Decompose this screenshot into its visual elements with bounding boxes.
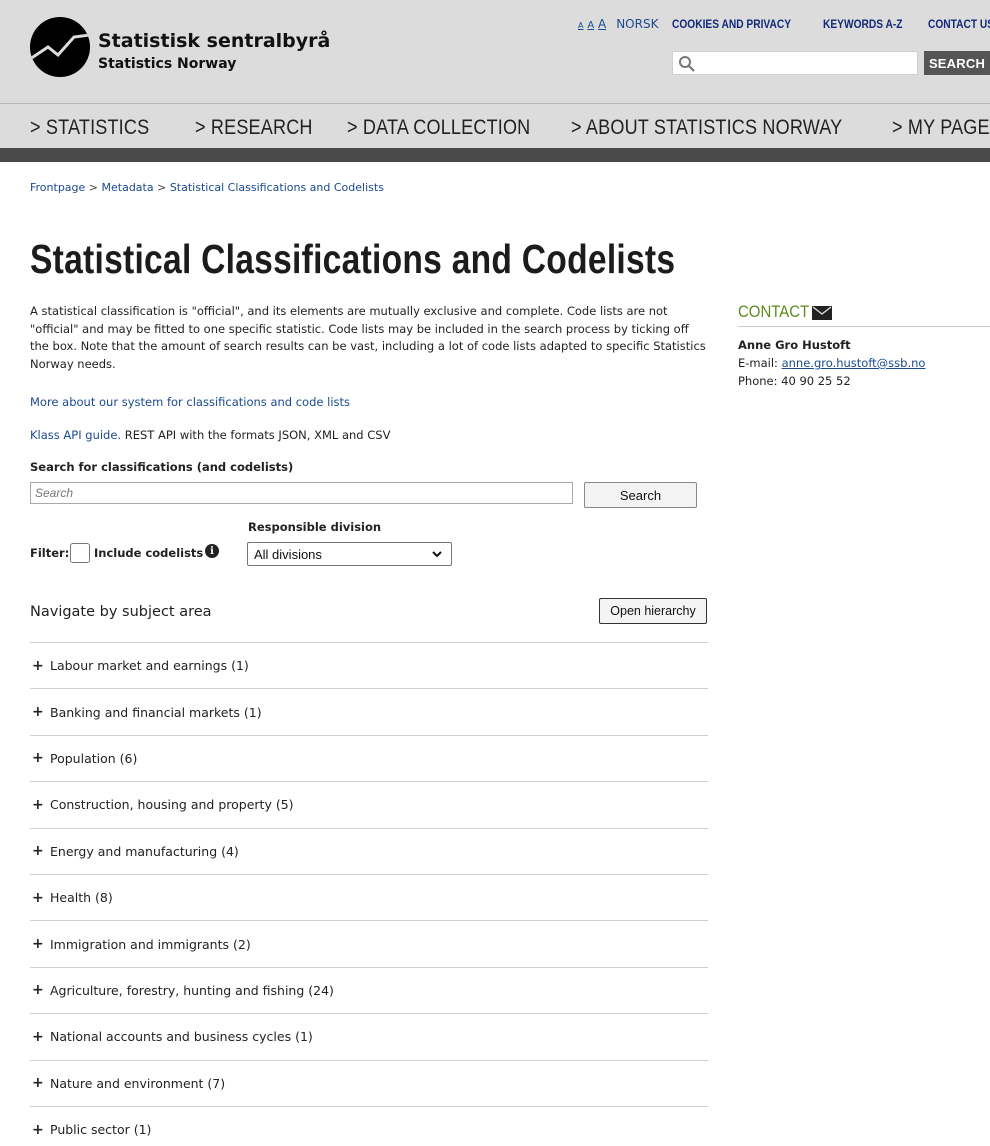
plus-icon: + <box>32 936 44 953</box>
plus-icon: + <box>32 889 44 906</box>
site-search-input[interactable] <box>672 51 918 75</box>
subject-item[interactable]: + Population (6) <box>30 734 708 781</box>
logo-name-english[interactable]: Statistics Norway <box>98 56 236 72</box>
subject-label: National accounts and business cycles (1… <box>50 1029 313 1045</box>
chevron-down-icon <box>432 551 442 558</box>
include-codelists-label[interactable]: Include codelists <box>94 546 203 560</box>
contact-us-link[interactable]: CONTACT US <box>928 17 990 31</box>
subject-list: + Labour market and earnings (1) + Banking… <box>30 642 708 1146</box>
contact-email-line: E-mail: anne.gro.hustoft@ssb.no <box>738 356 925 370</box>
subject-item[interactable]: + Health (8) <box>30 873 708 920</box>
subject-label: Labour market and earnings (1) <box>50 658 249 674</box>
mail-icon <box>812 306 832 320</box>
text-size-controls: A A A <box>578 17 606 31</box>
subject-label: Agriculture, forestry, hunting and fishi… <box>50 982 334 998</box>
subject-item[interactable]: + Public sector (1) <box>30 1105 708 1146</box>
text-size-large[interactable]: A <box>598 17 606 31</box>
api-line: Klass API guide. REST API with the forma… <box>30 428 390 442</box>
nav-statistics[interactable]: > STATISTICS <box>30 116 149 140</box>
nav-my-page[interactable]: > MY PAGE <box>892 116 990 140</box>
subject-label: Immigration and immigrants (2) <box>50 936 251 952</box>
subject-label: Health (8) <box>50 890 113 906</box>
email-label: E-mail: <box>738 356 782 370</box>
plus-icon: + <box>32 796 44 813</box>
subject-item[interactable]: + Construction, housing and property (5) <box>30 781 708 827</box>
contact-heading: CONTACT <box>738 302 810 321</box>
subject-label: Population (6) <box>50 750 138 766</box>
more-about-line: More about our system for classification… <box>30 395 350 409</box>
subject-item[interactable]: + Agriculture, forestry, hunting and fish… <box>30 966 708 1013</box>
contact-divider <box>738 326 990 327</box>
subject-item[interactable]: + Labour market and earnings (1) <box>30 642 708 688</box>
contact-phone: Phone: 40 90 25 52 <box>738 374 851 388</box>
subject-item[interactable]: + National accounts and business cycles (… <box>30 1013 708 1059</box>
site-search-button[interactable]: SEARCH <box>924 51 990 75</box>
keywords-link[interactable]: KEYWORDS A-Z <box>823 17 903 31</box>
plus-icon: + <box>32 750 44 767</box>
subject-area-heading: Navigate by subject area <box>30 604 212 620</box>
ssb-logo-icon[interactable] <box>30 17 90 77</box>
subject-label: Nature and environment (7) <box>50 1075 226 1091</box>
info-icon[interactable]: i <box>205 544 219 558</box>
contact-email-link[interactable]: anne.gro.hustoft@ssb.no <box>782 356 926 370</box>
plus-icon: + <box>32 704 44 721</box>
nav-bottom-bar <box>0 148 990 162</box>
breadcrumb-separator: > <box>157 181 167 194</box>
klass-api-link[interactable]: Klass API guide. <box>30 428 121 442</box>
api-description: REST API with the formats JSON, XML and … <box>121 428 391 442</box>
plus-icon: + <box>32 843 44 860</box>
subject-label: Public sector (1) <box>50 1122 152 1138</box>
cookies-link[interactable]: COOKIES AND PRIVACY <box>672 17 791 31</box>
subject-item[interactable]: + Nature and environment (7) <box>30 1059 708 1106</box>
plus-icon: + <box>32 982 44 999</box>
breadcrumb-metadata[interactable]: Metadata <box>102 181 154 194</box>
contact-name: Anne Gro Hustoft <box>738 338 851 352</box>
nav-about[interactable]: > ABOUT STATISTICS NORWAY <box>571 116 842 140</box>
breadcrumb-current[interactable]: Statistical Classifications and Codelist… <box>170 181 384 194</box>
subject-label: Energy and manufacturing (4) <box>50 843 239 859</box>
include-codelists-checkbox[interactable] <box>70 543 90 563</box>
plus-icon: + <box>32 657 44 674</box>
logo-name-norwegian[interactable]: Statistisk sentralbyrå <box>98 30 330 52</box>
open-hierarchy-button[interactable]: Open hierarchy <box>599 598 707 624</box>
top-links: A A A NORSK COOKIES AND PRIVACY KEYWORDS… <box>578 17 990 33</box>
nav-data-collection[interactable]: > DATA COLLECTION <box>347 116 530 140</box>
division-select[interactable]: All divisions <box>247 542 452 566</box>
plus-icon: + <box>32 1075 44 1092</box>
subject-label: Banking and financial markets (1) <box>50 704 262 720</box>
filter-label: Filter: <box>30 546 70 560</box>
plus-icon: + <box>32 1121 44 1138</box>
plus-icon: + <box>32 1028 44 1045</box>
nav-research[interactable]: > RESEARCH <box>195 116 313 140</box>
intro-text: A statistical classification is "officia… <box>30 304 706 371</box>
page-title: Statistical Classifications and Codelist… <box>30 236 676 282</box>
norsk-link[interactable]: NORSK <box>616 17 658 31</box>
search-button[interactable]: Search <box>584 482 697 508</box>
search-icon <box>679 56 695 72</box>
text-size-small[interactable]: A <box>578 21 583 30</box>
text-size-medium[interactable]: A <box>587 20 594 31</box>
more-about-link[interactable]: More about our system for classification… <box>30 395 350 409</box>
breadcrumb: Frontpage > Metadata > Statistical Class… <box>30 181 384 194</box>
division-selected-value: All divisions <box>254 547 322 562</box>
breadcrumb-frontpage[interactable]: Frontpage <box>30 181 85 194</box>
classification-search-input[interactable] <box>30 482 573 504</box>
subject-item[interactable]: + Immigration and immigrants (2) <box>30 920 708 966</box>
search-label: Search for classifications (and codelist… <box>30 460 294 474</box>
subject-label: Construction, housing and property (5) <box>50 797 294 813</box>
subject-item[interactable]: + Banking and financial markets (1) <box>30 688 708 734</box>
breadcrumb-separator: > <box>88 181 99 194</box>
subject-item[interactable]: + Energy and manufacturing (4) <box>30 827 708 874</box>
site-header: Statistisk sentralbyrå Statistics Norway… <box>0 0 990 162</box>
responsible-division-label: Responsible division <box>248 520 382 534</box>
main-nav: > STATISTICS > RESEARCH > DATA COLLECTIO… <box>0 104 990 148</box>
